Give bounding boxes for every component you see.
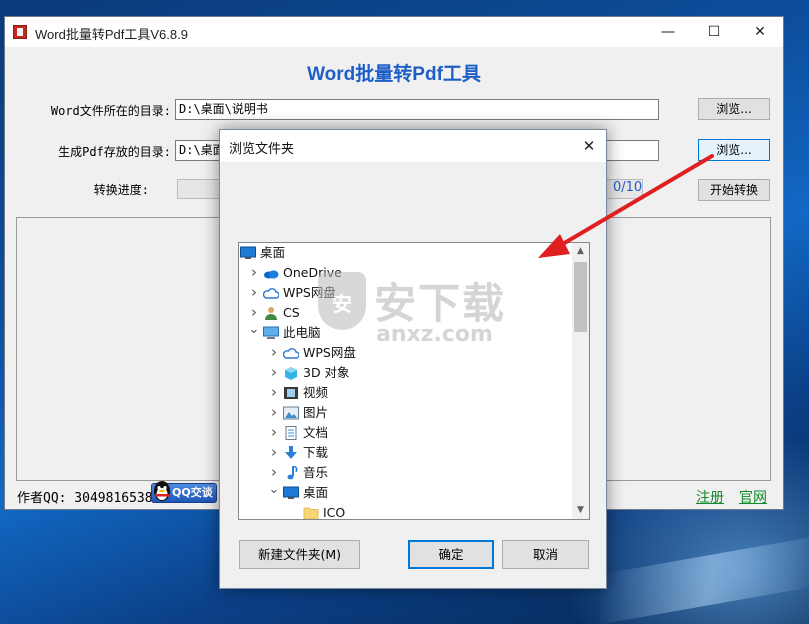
wps-cloud-icon xyxy=(282,346,300,360)
close-button[interactable]: ✕ xyxy=(737,17,783,47)
start-convert-button[interactable]: 开始转换 xyxy=(698,179,770,201)
author-qq-label: 作者QQ: 3049816538 xyxy=(17,491,153,506)
user-icon xyxy=(263,306,279,320)
source-dir-input[interactable]: D:\桌面\说明书 xyxy=(175,99,659,120)
tree-item-label: OneDrive xyxy=(283,265,342,280)
chevron-right-icon[interactable]: › xyxy=(267,422,281,442)
browse-source-button[interactable]: 浏览... xyxy=(698,98,770,120)
tree-item[interactable]: ICO xyxy=(239,503,573,520)
tree-item-label: 桌面 xyxy=(303,485,329,500)
scroll-down-arrow[interactable]: ▼ xyxy=(572,502,589,519)
minimize-button[interactable]: — xyxy=(645,17,691,47)
onedrive-cloud-icon xyxy=(263,266,279,280)
ok-button[interactable]: 确定 xyxy=(408,540,494,569)
app-heading: Word批量转Pdf工具 xyxy=(307,64,481,85)
tree-item-label: 图片 xyxy=(303,405,329,420)
browse-folder-dialog: 浏览文件夹 ✕ 桌面 › OneDrive › WPS网盘 › CS ⌄ 此电脑 › WPS网盘 › 3… xyxy=(219,129,607,589)
chevron-right-icon[interactable]: › xyxy=(267,342,281,362)
tree-item[interactable]: › 下载 xyxy=(239,443,573,463)
desktop-icon xyxy=(240,246,256,260)
window-title: Word批量转Pdf工具V6.8.9 xyxy=(35,27,188,42)
wps-cloud-icon xyxy=(262,286,280,300)
scroll-thumb[interactable] xyxy=(574,262,587,332)
tree-item-label: 3D 对象 xyxy=(303,365,350,380)
tree-item[interactable]: › 文档 xyxy=(239,423,573,443)
chevron-right-icon[interactable]: › xyxy=(247,282,261,302)
3d-objects-icon xyxy=(283,366,299,380)
output-dir-label: 生成Pdf存放的目录: xyxy=(58,145,171,159)
browse-output-button[interactable]: 浏览... xyxy=(698,139,770,161)
tree-item-label: ICO xyxy=(323,505,346,520)
tree-item-label: 此电脑 xyxy=(283,325,321,340)
tree-item[interactable]: › WPS网盘 xyxy=(239,283,573,303)
app-icon xyxy=(13,25,27,39)
computer-icon xyxy=(263,326,279,340)
chevron-right-icon[interactable]: › xyxy=(267,362,281,382)
tree-item-label: 视频 xyxy=(303,385,329,400)
desktop-icon xyxy=(283,486,299,500)
tree-item[interactable]: › 3D 对象 xyxy=(239,363,573,383)
tree-item-label: 桌面 xyxy=(260,245,286,260)
register-link[interactable]: 注册 xyxy=(696,487,724,507)
tree-item-label: WPS网盘 xyxy=(303,345,356,360)
maximize-button[interactable]: ☐ xyxy=(691,17,737,47)
folder-tree[interactable]: 桌面 › OneDrive › WPS网盘 › CS ⌄ 此电脑 › WPS网盘 › 3D 对象 › 视频 ›… xyxy=(238,242,590,520)
chevron-right-icon[interactable]: › xyxy=(267,442,281,462)
progress-label: 转换进度: xyxy=(93,183,149,197)
chevron-down-icon[interactable]: ⌄ xyxy=(267,480,281,500)
chevron-right-icon[interactable]: › xyxy=(267,382,281,402)
tree-item[interactable]: 桌面 xyxy=(239,243,573,263)
folder-tree-list: 桌面 › OneDrive › WPS网盘 › CS ⌄ 此电脑 › WPS网盘 › 3D 对象 › 视频 ›… xyxy=(239,243,573,520)
tree-item[interactable]: › WPS网盘 xyxy=(239,343,573,363)
documents-icon xyxy=(283,426,299,440)
tree-item-label: 文档 xyxy=(303,425,329,440)
tree-item[interactable]: › 视频 xyxy=(239,383,573,403)
chevron-right-icon[interactable]: › xyxy=(267,462,281,482)
tree-item[interactable]: › CS xyxy=(239,303,573,323)
new-folder-button[interactable]: 新建文件夹(M) xyxy=(239,540,360,569)
tree-item[interactable]: › 图片 xyxy=(239,403,573,423)
main-titlebar[interactable]: Word批量转Pdf工具V6.8.9 — ☐ ✕ xyxy=(5,17,783,47)
chevron-right-icon[interactable]: › xyxy=(267,402,281,422)
download-icon xyxy=(283,446,299,460)
scroll-up-arrow[interactable]: ▲ xyxy=(572,243,589,260)
qq-penguin-icon xyxy=(154,481,170,501)
tree-item[interactable]: ⌄ 此电脑 xyxy=(239,320,573,343)
tree-item-label: WPS网盘 xyxy=(283,285,336,300)
tree-scrollbar[interactable]: ▲ ▼ xyxy=(572,243,589,519)
progress-count: 0/10 xyxy=(613,180,643,195)
dialog-title: 浏览文件夹 xyxy=(229,142,295,157)
tree-item[interactable]: ⌄ 桌面 xyxy=(239,480,573,503)
cancel-button[interactable]: 取消 xyxy=(502,540,589,569)
video-icon xyxy=(283,386,299,400)
pictures-icon xyxy=(283,406,299,420)
tree-item[interactable]: › 音乐 xyxy=(239,463,573,483)
tree-item[interactable]: › OneDrive xyxy=(239,263,573,283)
tree-item-label: 下载 xyxy=(303,445,329,460)
music-icon xyxy=(283,465,299,480)
tree-item-label: 音乐 xyxy=(303,465,329,480)
dialog-close-button[interactable]: ✕ xyxy=(572,130,606,162)
source-dir-label: Word文件所在的目录: xyxy=(50,104,171,118)
chevron-down-icon[interactable]: ⌄ xyxy=(247,320,261,340)
chevron-right-icon[interactable]: › xyxy=(247,262,261,282)
tree-item-label: CS xyxy=(283,305,300,320)
website-link[interactable]: 官网 xyxy=(739,487,767,507)
qq-chat-label: QQ交谈 xyxy=(172,486,213,499)
dialog-titlebar[interactable]: 浏览文件夹 ✕ xyxy=(220,130,606,162)
chevron-right-icon[interactable]: › xyxy=(247,302,261,322)
folder-icon xyxy=(303,506,319,519)
qq-chat-button[interactable]: QQ交谈 xyxy=(151,481,217,503)
